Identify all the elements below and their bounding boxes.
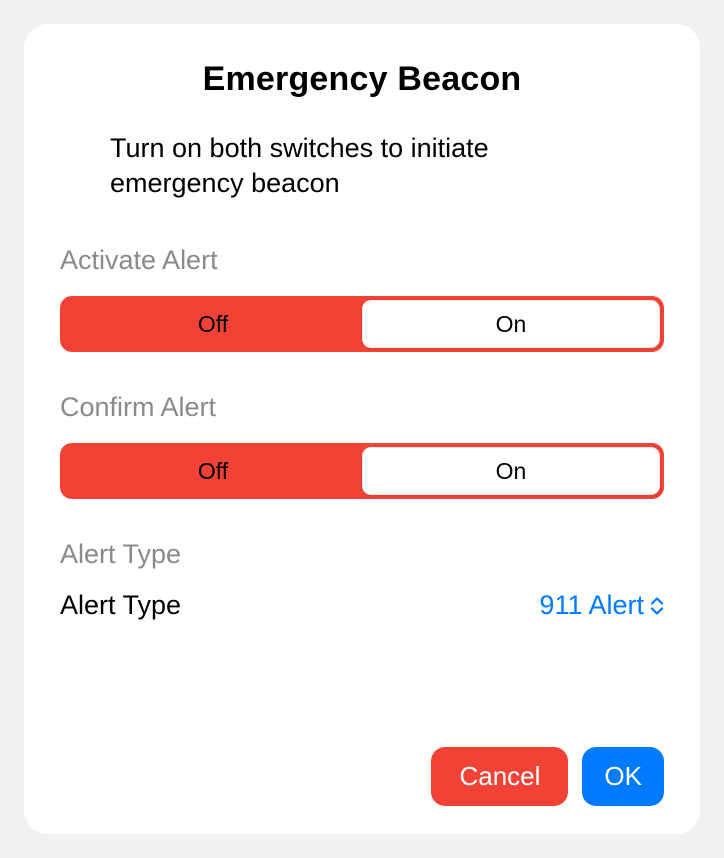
confirm-alert-section: Confirm Alert Off On	[60, 392, 664, 539]
activate-alert-section: Activate Alert Off On	[60, 245, 664, 392]
confirm-alert-toggle[interactable]: Off On	[60, 443, 664, 499]
emergency-beacon-modal: Emergency Beacon Turn on both switches t…	[24, 24, 700, 834]
modal-subtitle: Turn on both switches to initiate emerge…	[60, 131, 664, 201]
modal-title: Emergency Beacon	[60, 60, 664, 99]
confirm-alert-on[interactable]: On	[362, 447, 660, 495]
alert-type-label: Alert Type	[60, 590, 181, 621]
activate-alert-toggle[interactable]: Off On	[60, 296, 664, 352]
alert-type-value: 911 Alert	[539, 590, 644, 621]
ok-button[interactable]: OK	[582, 747, 664, 806]
activate-alert-on[interactable]: On	[362, 300, 660, 348]
confirm-alert-label: Confirm Alert	[60, 392, 664, 423]
alert-type-section: Alert Type Alert Type 911 Alert	[60, 539, 664, 657]
alert-type-value-button[interactable]: 911 Alert	[539, 590, 664, 621]
alert-type-section-label: Alert Type	[60, 539, 664, 570]
activate-alert-label: Activate Alert	[60, 245, 664, 276]
confirm-alert-off[interactable]: Off	[64, 447, 362, 495]
alert-type-picker-row[interactable]: Alert Type 911 Alert	[60, 590, 664, 621]
chevron-up-down-icon	[650, 596, 664, 616]
cancel-button[interactable]: Cancel	[431, 747, 568, 806]
activate-alert-off[interactable]: Off	[64, 300, 362, 348]
button-row: Cancel OK	[60, 747, 664, 806]
